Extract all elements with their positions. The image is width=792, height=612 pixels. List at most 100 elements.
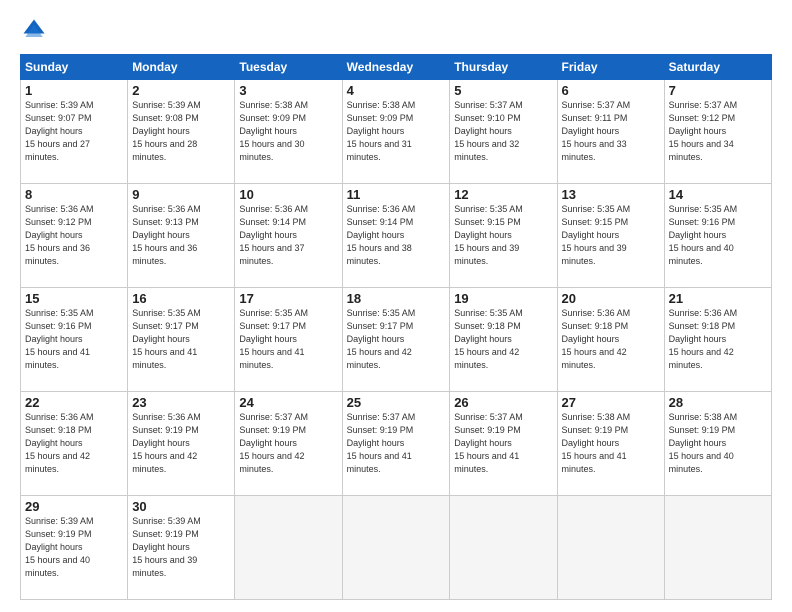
header-monday: Monday (128, 55, 235, 80)
day-number: 26 (454, 395, 552, 410)
day-cell-16: 16 Sunrise: 5:35 AMSunset: 9:17 PMDayligh… (128, 288, 235, 392)
day-number: 4 (347, 83, 446, 98)
day-cell-9: 9 Sunrise: 5:36 AMSunset: 9:13 PMDaylight… (128, 184, 235, 288)
day-info: Sunrise: 5:37 AMSunset: 9:19 PMDaylight … (454, 412, 523, 474)
day-cell-6: 6 Sunrise: 5:37 AMSunset: 9:11 PMDaylight… (557, 80, 664, 184)
day-number: 17 (239, 291, 337, 306)
day-info: Sunrise: 5:38 AMSunset: 9:19 PMDaylight … (669, 412, 738, 474)
day-number: 28 (669, 395, 767, 410)
day-cell-20: 20 Sunrise: 5:36 AMSunset: 9:18 PMDayligh… (557, 288, 664, 392)
day-cell-15: 15Sunrise: 5:35 AMSunset: 9:16 PMDayligh… (21, 288, 128, 392)
day-number: 1 (25, 83, 123, 98)
week-row-4: 22 Sunrise: 5:36 AMSunset: 9:18 PMDayligh… (21, 392, 772, 496)
empty-cell (342, 496, 450, 600)
day-info: Sunrise: 5:36 AMSunset: 9:19 PMDaylight … (132, 412, 201, 474)
day-info: Sunrise: 5:39 AMSunset: 9:19 PMDaylight … (25, 516, 94, 578)
day-number: 3 (239, 83, 337, 98)
day-number: 20 (562, 291, 660, 306)
day-number: 10 (239, 187, 337, 202)
day-number: 24 (239, 395, 337, 410)
week-row-3: 15Sunrise: 5:35 AMSunset: 9:16 PMDayligh… (21, 288, 772, 392)
weekday-header-row: Sunday Monday Tuesday Wednesday Thursday… (21, 55, 772, 80)
day-info: Sunrise: 5:36 AMSunset: 9:14 PMDaylight … (239, 204, 308, 266)
day-info: Sunrise: 5:35 AMSunset: 9:18 PMDaylight … (454, 308, 523, 370)
empty-cell (235, 496, 342, 600)
day-info: Sunrise: 5:35 AMSunset: 9:17 PMDaylight … (347, 308, 416, 370)
day-info: Sunrise: 5:37 AMSunset: 9:19 PMDaylight … (347, 412, 416, 474)
day-number: 6 (562, 83, 660, 98)
day-cell-28: 28 Sunrise: 5:38 AMSunset: 9:19 PMDayligh… (664, 392, 771, 496)
day-number: 8 (25, 187, 123, 202)
day-number: 19 (454, 291, 552, 306)
day-number: 22 (25, 395, 123, 410)
day-cell-24: 24 Sunrise: 5:37 AMSunset: 9:19 PMDayligh… (235, 392, 342, 496)
day-info: Sunrise: 5:37 AMSunset: 9:10 PMDaylight … (454, 100, 523, 162)
header-saturday: Saturday (664, 55, 771, 80)
day-number: 9 (132, 187, 230, 202)
header-tuesday: Tuesday (235, 55, 342, 80)
day-cell-3: 3 Sunrise: 5:38 AMSunset: 9:09 PMDaylight… (235, 80, 342, 184)
week-row-1: 1 Sunrise: 5:39 AMSunset: 9:07 PMDaylight… (21, 80, 772, 184)
day-cell-26: 26 Sunrise: 5:37 AMSunset: 9:19 PMDayligh… (450, 392, 557, 496)
calendar-table: Sunday Monday Tuesday Wednesday Thursday… (20, 54, 772, 600)
day-number: 25 (347, 395, 446, 410)
day-info: Sunrise: 5:36 AMSunset: 9:18 PMDaylight … (669, 308, 738, 370)
day-info: Sunrise: 5:36 AMSunset: 9:13 PMDaylight … (132, 204, 201, 266)
day-cell-11: 11Sunrise: 5:36 AMSunset: 9:14 PMDayligh… (342, 184, 450, 288)
week-row-2: 8Sunrise: 5:36 AMSunset: 9:12 PMDaylight… (21, 184, 772, 288)
day-cell-14: 14Sunrise: 5:35 AMSunset: 9:16 PMDayligh… (664, 184, 771, 288)
day-cell-19: 19 Sunrise: 5:35 AMSunset: 9:18 PMDayligh… (450, 288, 557, 392)
day-cell-7: 7 Sunrise: 5:37 AMSunset: 9:12 PMDaylight… (664, 80, 771, 184)
header-friday: Friday (557, 55, 664, 80)
day-info: Sunrise: 5:37 AMSunset: 9:12 PMDaylight … (669, 100, 738, 162)
day-info: Sunrise: 5:37 AMSunset: 9:11 PMDaylight … (562, 100, 631, 162)
day-cell-18: 18 Sunrise: 5:35 AMSunset: 9:17 PMDayligh… (342, 288, 450, 392)
day-number: 18 (347, 291, 446, 306)
day-number: 16 (132, 291, 230, 306)
day-cell-5: 5 Sunrise: 5:37 AMSunset: 9:10 PMDaylight… (450, 80, 557, 184)
day-info: Sunrise: 5:39 AMSunset: 9:07 PMDaylight … (25, 100, 94, 162)
day-info: Sunrise: 5:35 AMSunset: 9:17 PMDaylight … (239, 308, 308, 370)
day-cell-21: 21 Sunrise: 5:36 AMSunset: 9:18 PMDayligh… (664, 288, 771, 392)
day-number: 13 (562, 187, 660, 202)
day-number: 15 (25, 291, 123, 306)
day-number: 5 (454, 83, 552, 98)
header-sunday: Sunday (21, 55, 128, 80)
day-info: Sunrise: 5:35 AMSunset: 9:17 PMDaylight … (132, 308, 201, 370)
page: Sunday Monday Tuesday Wednesday Thursday… (0, 0, 792, 612)
day-cell-17: 17 Sunrise: 5:35 AMSunset: 9:17 PMDayligh… (235, 288, 342, 392)
day-info: Sunrise: 5:36 AMSunset: 9:18 PMDaylight … (25, 412, 94, 474)
day-info: Sunrise: 5:36 AMSunset: 9:18 PMDaylight … (562, 308, 631, 370)
day-number: 11 (347, 187, 446, 202)
day-info: Sunrise: 5:39 AMSunset: 9:19 PMDaylight … (132, 516, 201, 578)
day-number: 7 (669, 83, 767, 98)
week-row-5: 29Sunrise: 5:39 AMSunset: 9:19 PMDayligh… (21, 496, 772, 600)
day-info: Sunrise: 5:35 AMSunset: 9:15 PMDaylight … (562, 204, 631, 266)
day-number: 12 (454, 187, 552, 202)
day-info: Sunrise: 5:35 AMSunset: 9:15 PMDaylight … (454, 204, 523, 266)
day-cell-22: 22 Sunrise: 5:36 AMSunset: 9:18 PMDayligh… (21, 392, 128, 496)
day-cell-27: 27Sunrise: 5:38 AMSunset: 9:19 PMDayligh… (557, 392, 664, 496)
day-number: 2 (132, 83, 230, 98)
day-number: 27 (562, 395, 660, 410)
day-info: Sunrise: 5:37 AMSunset: 9:19 PMDaylight … (239, 412, 308, 474)
day-info: Sunrise: 5:39 AMSunset: 9:08 PMDaylight … (132, 100, 201, 162)
day-cell-29: 29Sunrise: 5:39 AMSunset: 9:19 PMDayligh… (21, 496, 128, 600)
day-cell-1: 1 Sunrise: 5:39 AMSunset: 9:07 PMDaylight… (21, 80, 128, 184)
logo-icon (20, 16, 48, 44)
empty-cell (557, 496, 664, 600)
header-thursday: Thursday (450, 55, 557, 80)
day-number: 21 (669, 291, 767, 306)
header (20, 16, 772, 44)
day-cell-30: 30 Sunrise: 5:39 AMSunset: 9:19 PMDayligh… (128, 496, 235, 600)
logo (20, 16, 52, 44)
day-cell-8: 8Sunrise: 5:36 AMSunset: 9:12 PMDaylight… (21, 184, 128, 288)
day-info: Sunrise: 5:38 AMSunset: 9:09 PMDaylight … (347, 100, 416, 162)
header-wednesday: Wednesday (342, 55, 450, 80)
empty-cell (664, 496, 771, 600)
day-cell-12: 12 Sunrise: 5:35 AMSunset: 9:15 PMDayligh… (450, 184, 557, 288)
day-cell-10: 10 Sunrise: 5:36 AMSunset: 9:14 PMDayligh… (235, 184, 342, 288)
day-number: 30 (132, 499, 230, 514)
day-info: Sunrise: 5:38 AMSunset: 9:09 PMDaylight … (239, 100, 308, 162)
day-cell-2: 2 Sunrise: 5:39 AMSunset: 9:08 PMDaylight… (128, 80, 235, 184)
